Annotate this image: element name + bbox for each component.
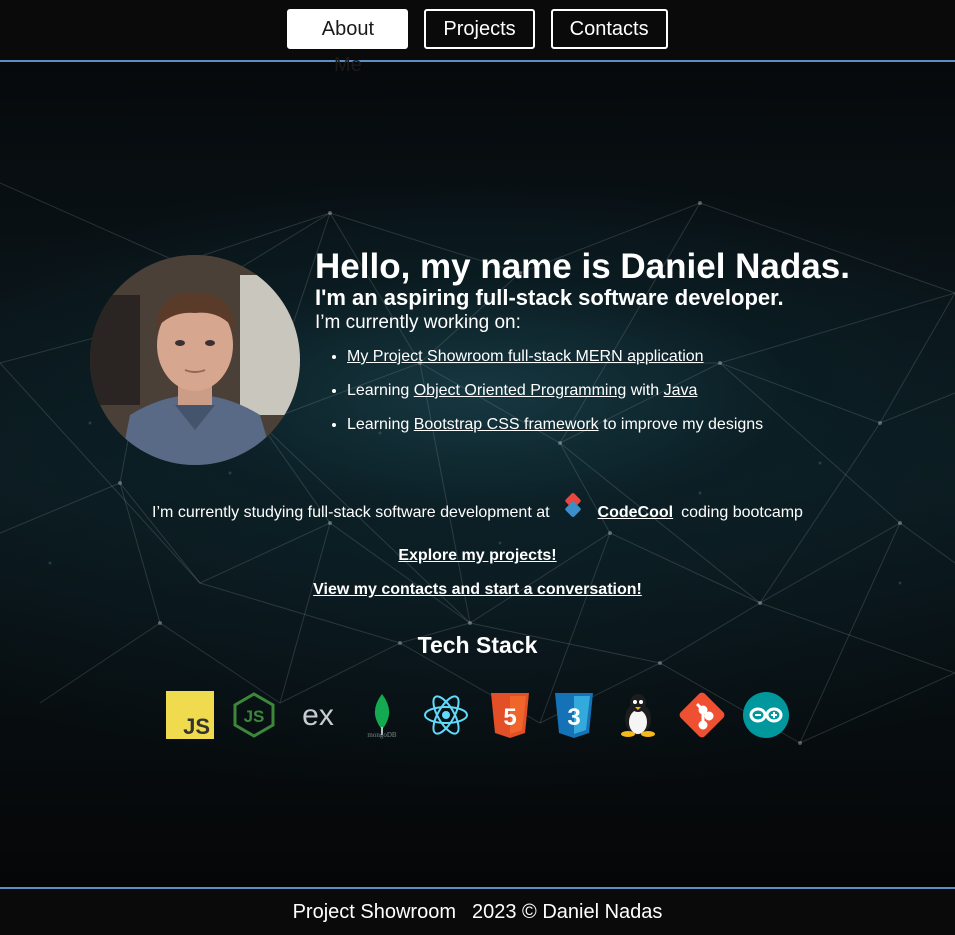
list-item-text: with: [626, 382, 664, 399]
linux-icon: [613, 690, 662, 740]
study-text: I’m currently studying full-stack softwa…: [152, 504, 550, 521]
svg-text:5: 5: [503, 704, 516, 731]
nav-about-me-button[interactable]: About Me: [287, 9, 409, 76]
list-item: Learning Bootstrap CSS framework to impr…: [347, 415, 850, 435]
explore-projects-link[interactable]: Explore my projects!: [0, 547, 955, 565]
study-suffix: coding bootcamp: [681, 504, 803, 521]
working-on-label: I’m currently working on:: [315, 312, 521, 333]
list-item: Learning Object Oriented Programming wit…: [347, 381, 850, 401]
study-line: I’m currently studying full-stack softwa…: [0, 493, 955, 528]
html5-icon: 5: [485, 690, 534, 740]
page-title: Hello, my name is Daniel Nadas.: [315, 247, 850, 286]
oop-link[interactable]: Object Oriented Programming: [414, 382, 627, 399]
page-footer: Project Showroom 2023 © Daniel Nadas: [0, 887, 955, 935]
mongodb-icon: mongoDB: [357, 690, 406, 740]
list-item: My Project Showroom full-stack MERN appl…: [347, 347, 850, 367]
nav-projects-button[interactable]: Projects: [424, 9, 535, 49]
intro-section: Hello, my name is Daniel Nadas. I'm an a…: [315, 247, 850, 449]
view-contacts-link[interactable]: View my contacts and start a conversatio…: [0, 581, 955, 599]
tech-stack-title: Tech Stack: [417, 632, 538, 658]
network-lines-background: [0, 182, 955, 745]
tech-stack-icons: JS JS ex mongoDB 5 3: [165, 690, 790, 742]
react-icon: [421, 690, 470, 740]
svg-text:JS: JS: [183, 714, 210, 739]
profile-photo-icon: [90, 255, 300, 465]
express-icon: ex: [293, 690, 342, 740]
list-item-text: Learning: [347, 416, 414, 433]
nodejs-icon: JS: [229, 690, 278, 740]
javascript-icon: JS: [165, 690, 214, 740]
codecool-link[interactable]: CodeCool: [598, 504, 674, 522]
css3-icon: 3: [549, 690, 598, 740]
list-item-text: to improve my designs: [598, 416, 764, 433]
git-icon: [677, 690, 726, 740]
codecool-logo-icon: [564, 493, 581, 517]
top-navigation: About Me Projects Contacts: [0, 0, 955, 76]
java-link[interactable]: Java: [664, 382, 698, 399]
nav-contacts-button[interactable]: Contacts: [550, 9, 668, 49]
bootstrap-link[interactable]: Bootstrap CSS framework: [414, 416, 599, 433]
working-on-list: My Project Showroom full-stack MERN appl…: [315, 347, 850, 435]
svg-text:3: 3: [567, 704, 580, 731]
footer-brand: Project Showroom: [292, 900, 456, 923]
arduino-icon: [741, 690, 790, 740]
list-item-text: Learning: [347, 382, 414, 399]
profile-avatar: [90, 255, 300, 465]
hero-background: [0, 63, 955, 887]
svg-text:JS: JS: [243, 707, 264, 726]
svg-text:mongoDB: mongoDB: [367, 731, 397, 739]
footer-copyright: 2023 © Daniel Nadas: [471, 900, 663, 923]
page-subtitle: I'm an aspiring full-stack software deve…: [315, 285, 784, 310]
svg-text:ex: ex: [302, 699, 334, 732]
mern-project-link[interactable]: My Project Showroom full-stack MERN appl…: [347, 348, 704, 365]
